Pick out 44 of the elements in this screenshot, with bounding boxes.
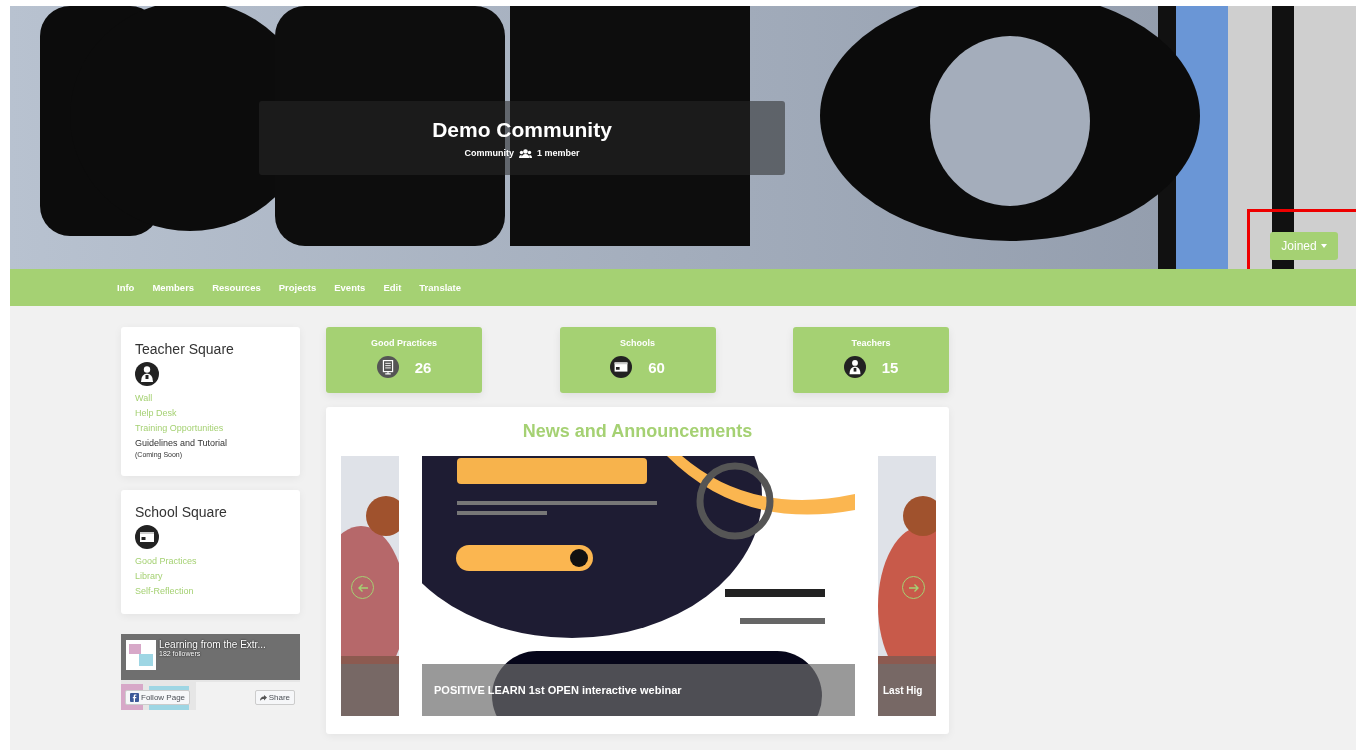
teacher-icon [843, 356, 866, 378]
nav-tab[interactable]: Events [334, 282, 366, 293]
stat-value: 60 [648, 358, 665, 376]
sidebar-link[interactable]: Wall [135, 393, 286, 403]
nav-tab[interactable]: Resources [212, 282, 261, 293]
document-icon [376, 356, 399, 378]
member-count: 1 member [537, 148, 580, 158]
nav-tab[interactable]: Projects [278, 282, 317, 293]
nav-tab[interactable]: Translate [419, 282, 462, 293]
joined-button[interactable]: Joined [1270, 232, 1338, 260]
sidebar-link[interactable]: Self-Reflection [135, 586, 286, 596]
sidebar-link[interactable]: Good Practices [135, 556, 286, 566]
caret-icon [1320, 244, 1327, 248]
card-title: School Square [135, 504, 228, 520]
stat-label: Schools [620, 338, 655, 348]
sidebar-text: Guidelines and Tutorial [135, 438, 229, 448]
stat-value: 26 [414, 358, 432, 376]
teacher-icon [135, 362, 159, 386]
sidebar-link[interactable]: Help Desk [135, 408, 286, 418]
stat-label: Good Practices [371, 338, 437, 348]
stat-label: Teachers [851, 338, 891, 348]
slide-caption: Last Hig [883, 684, 923, 696]
arrow-icon [356, 582, 369, 593]
arrow-icon [907, 582, 920, 593]
facebook-icon [130, 693, 139, 702]
caption-bar [341, 664, 399, 716]
share-icon [259, 694, 267, 701]
whiteboard-icon [610, 356, 633, 378]
whiteboard-icon [135, 525, 159, 549]
share-button[interactable]: Share [254, 690, 295, 705]
community-title: Demo Community [432, 118, 612, 142]
card-title: Teacher Square [135, 341, 235, 357]
slide-caption: POSITIVE LEARN 1st OPEN interactive webinar [434, 684, 682, 696]
community-type: Community [464, 148, 514, 158]
section-title: News and Announcements [521, 421, 754, 442]
nav-tab[interactable]: Info [117, 282, 135, 293]
sidebar-link[interactable]: Training Opportunities [135, 423, 286, 433]
sidebar-link[interactable]: Library [135, 571, 286, 581]
page-name-link[interactable]: Learning from the Extr... [159, 639, 266, 650]
nav-tab[interactable]: Edit [383, 282, 402, 293]
members-icon [519, 148, 532, 158]
follow-page-button[interactable]: Follow Page [125, 690, 191, 705]
stat-value: 15 [881, 358, 899, 376]
nav-tab[interactable]: Members [152, 282, 195, 293]
